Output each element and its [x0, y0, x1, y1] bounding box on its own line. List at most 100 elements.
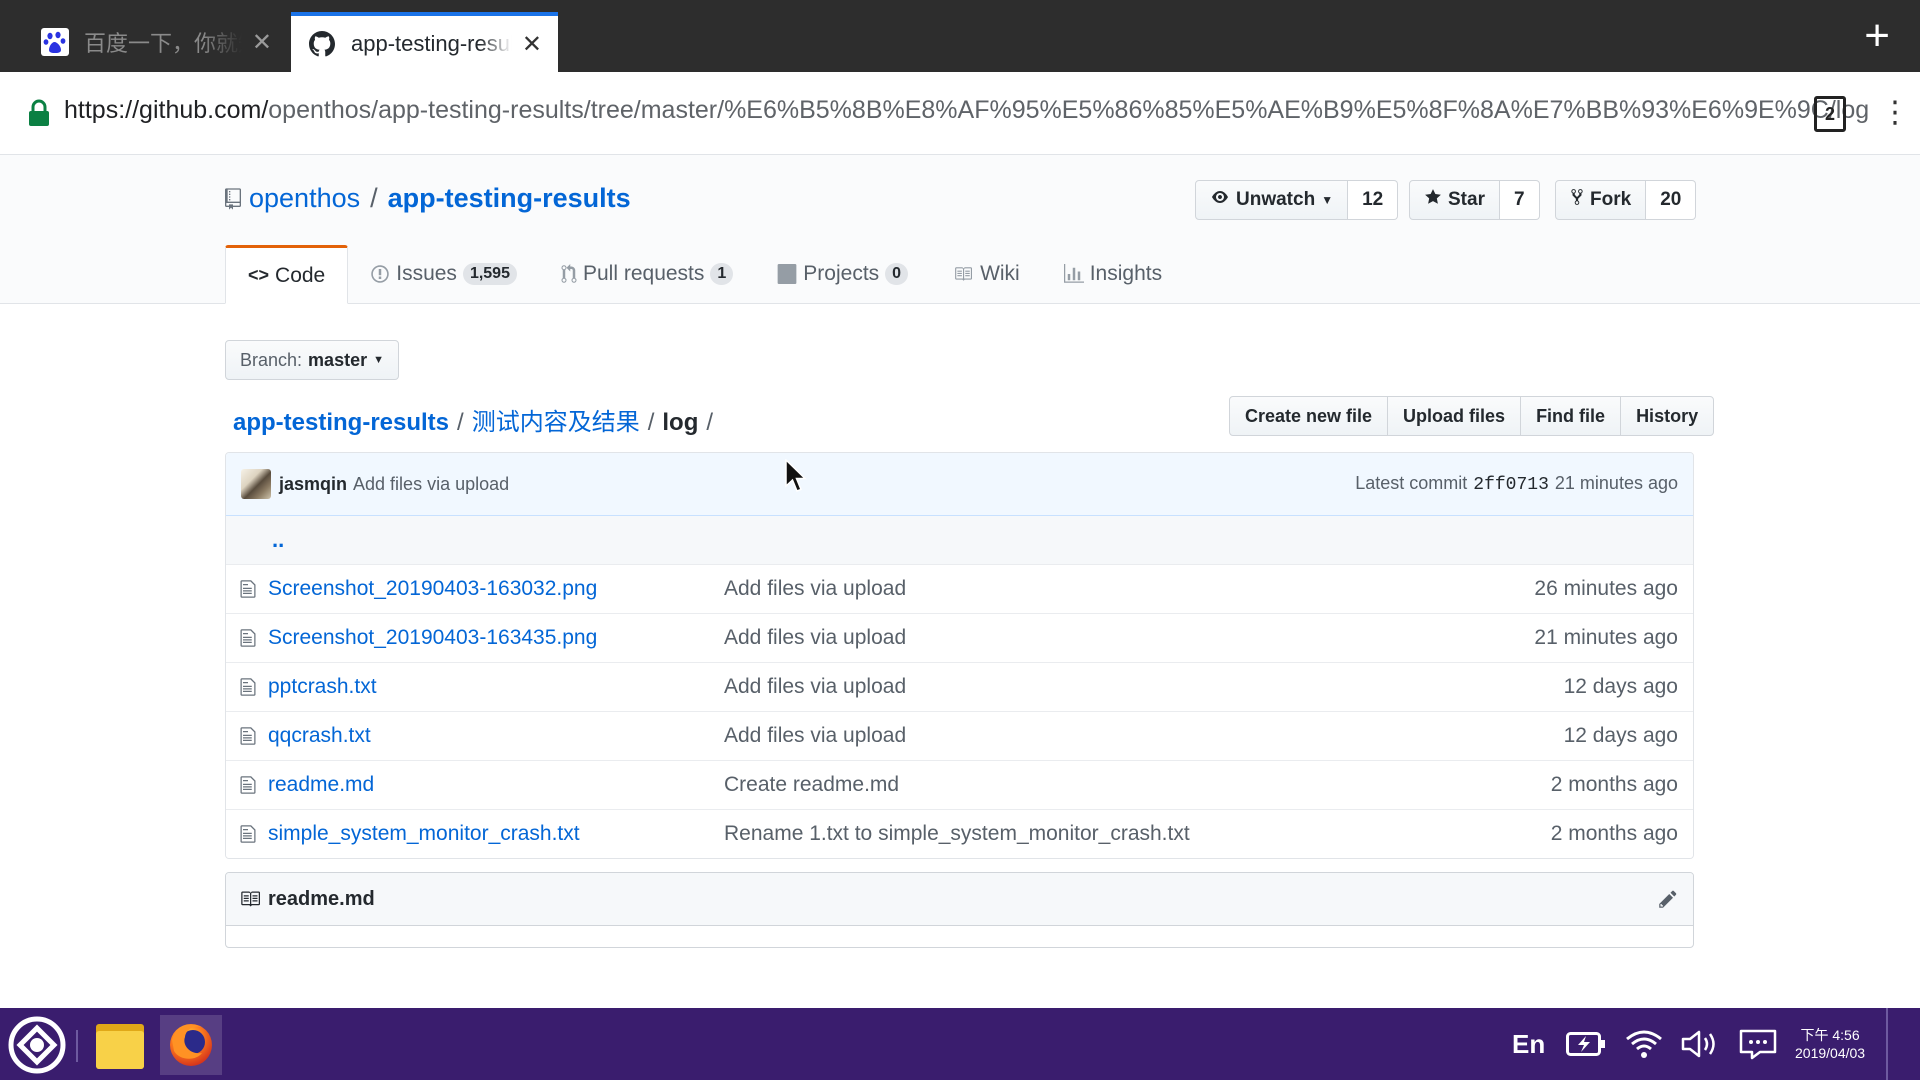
commit-sha-link[interactable]: 2ff0713: [1473, 475, 1549, 495]
file-table: jasmqin Add files via upload Latest comm…: [225, 452, 1694, 859]
commit-latest: Latest commit 2ff0713 21 minutes ago: [1355, 473, 1678, 495]
file-commit-message[interactable]: Create readme.md: [724, 773, 1458, 797]
repo-name-link[interactable]: app-testing-results: [388, 183, 631, 214]
url-field[interactable]: https://github.com/openthos/app-testing-…: [64, 96, 1869, 125]
tab-insights-label: Insights: [1089, 262, 1163, 285]
commit-message-link[interactable]: Add files via upload: [353, 474, 509, 495]
breadcrumb-dir-link[interactable]: 测试内容及结果: [472, 409, 640, 436]
file-commit-message[interactable]: Add files via upload: [724, 675, 1458, 699]
file-name-link[interactable]: readme.md: [268, 773, 724, 797]
create-new-file-button[interactable]: Create new file: [1229, 396, 1389, 436]
pulls-counter: 1: [710, 263, 734, 285]
fork-button[interactable]: Fork: [1555, 180, 1647, 220]
tab-wiki[interactable]: Wiki: [930, 245, 1042, 303]
clock-date: 2019/04/03: [1795, 1045, 1866, 1061]
tab-issues[interactable]: Issues 1,595: [348, 245, 539, 303]
file-age: 12 days ago: [1563, 675, 1678, 698]
readme-title: readme.md: [268, 887, 375, 910]
issue-opened-icon: [370, 264, 390, 284]
parent-directory-row[interactable]: ..: [226, 516, 1693, 565]
tab-insights[interactable]: Insights: [1042, 245, 1184, 303]
file-commit-message[interactable]: Rename 1.txt to simple_system_monitor_cr…: [724, 822, 1458, 846]
upload-files-button[interactable]: Upload files: [1387, 396, 1522, 436]
tab-pull-requests[interactable]: Pull requests 1: [539, 245, 755, 303]
repo-owner-link[interactable]: openthos: [249, 183, 360, 214]
star-label: Star: [1448, 189, 1485, 210]
browser-tab-baidu[interactable]: 百度一下，你就知道 ✕: [24, 12, 288, 72]
latest-commit-bar: jasmqin Add files via upload Latest comm…: [226, 453, 1693, 516]
file-name-link[interactable]: Screenshot_20190403-163032.png: [268, 577, 724, 601]
file-age: 12 days ago: [1563, 724, 1678, 747]
url-host: https://github.com/: [64, 96, 269, 124]
project-icon: [777, 264, 797, 284]
taskbar: En 下午 4:56 2019/04/03: [0, 1008, 1920, 1080]
file-icon: [240, 677, 262, 697]
clock-time: 下午 4:56: [1800, 1027, 1860, 1043]
file-name-link[interactable]: qqcrash.txt: [268, 724, 724, 748]
unwatch-button[interactable]: Unwatch ▼: [1195, 180, 1349, 220]
file-commit-message[interactable]: Add files via upload: [724, 724, 1458, 748]
start-menu-logo-icon[interactable]: [8, 1016, 66, 1079]
breadcrumb-root-link[interactable]: app-testing-results: [233, 409, 449, 436]
table-row: Screenshot_20190403-163435.png Add files…: [226, 614, 1693, 663]
projects-counter: 0: [885, 263, 909, 285]
star-button[interactable]: Star: [1409, 180, 1500, 220]
new-tab-button[interactable]: +: [1864, 14, 1890, 58]
file-name-link[interactable]: simple_system_monitor_crash.txt: [268, 822, 724, 846]
taskbar-clock[interactable]: 下午 4:56 2019/04/03: [1795, 1026, 1865, 1062]
file-age: 26 minutes ago: [1534, 577, 1678, 600]
file-actions: Create new file Upload files Find file H…: [1229, 396, 1715, 436]
tab-issues-label: Issues: [396, 262, 457, 285]
file-commit-message[interactable]: Add files via upload: [724, 577, 1458, 601]
unwatch-label: Unwatch: [1236, 189, 1316, 210]
input-language-indicator[interactable]: En: [1512, 1008, 1545, 1080]
file-icon: [240, 726, 262, 746]
repo-header: openthos / app-testing-results Unwatch ▼…: [0, 155, 1920, 304]
wifi-icon[interactable]: [1624, 1008, 1664, 1080]
file-age: 21 minutes ago: [1534, 626, 1678, 649]
parent-directory-link[interactable]: ..: [272, 527, 284, 553]
branch-selector[interactable]: Branch: master ▼: [225, 340, 399, 380]
volume-icon[interactable]: [1680, 1008, 1720, 1080]
commit-age: 21 minutes ago: [1554, 473, 1678, 493]
readme-panel: readme.md: [225, 872, 1694, 948]
commit-author-link[interactable]: jasmqin: [279, 474, 347, 495]
battery-charging-icon[interactable]: [1566, 1008, 1606, 1080]
show-desktop-button[interactable]: [1886, 1008, 1920, 1080]
secure-lock-icon: [28, 99, 50, 132]
tab-projects[interactable]: Projects 0: [755, 245, 930, 303]
github-octocat-icon: [307, 29, 337, 59]
forks-count[interactable]: 20: [1646, 180, 1697, 220]
avatar[interactable]: [241, 469, 271, 499]
table-row: Screenshot_20190403-163032.png Add files…: [226, 565, 1693, 614]
file-name-link[interactable]: Screenshot_20190403-163435.png: [268, 626, 724, 650]
history-button[interactable]: History: [1620, 396, 1715, 436]
star-icon: [1424, 188, 1442, 212]
fork-icon: [1570, 188, 1584, 212]
browser-tab-github[interactable]: app-testing-results ✕: [291, 12, 558, 72]
branch-value: master: [308, 349, 368, 370]
find-file-button[interactable]: Find file: [1520, 396, 1622, 436]
star-group: Star 7: [1409, 180, 1540, 220]
tab-wiki-label: Wiki: [980, 262, 1020, 285]
browser-menu-icon[interactable]: ⋮: [1880, 96, 1910, 130]
watchers-count[interactable]: 12: [1348, 180, 1399, 220]
file-manager-app-icon[interactable]: [89, 1015, 151, 1075]
table-row: readme.md Create readme.md 2 months ago: [226, 761, 1693, 810]
firefox-app-icon[interactable]: [160, 1015, 222, 1075]
tab-code[interactable]: <> Code: [225, 245, 349, 304]
tab-title: app-testing-results: [351, 31, 512, 56]
tab-close-icon[interactable]: ✕: [522, 30, 542, 59]
notifications-icon[interactable]: [1738, 1008, 1778, 1080]
stargazers-count[interactable]: 7: [1499, 180, 1540, 220]
pencil-icon[interactable]: [1658, 889, 1678, 909]
repo-nav: <> Code Issues 1,595 Pull requests 1 Pro…: [225, 245, 1184, 304]
book-icon: [952, 265, 974, 283]
file-commit-message[interactable]: Add files via upload: [724, 626, 1458, 650]
repo-icon: [225, 187, 241, 210]
tab-close-icon[interactable]: ✕: [252, 28, 272, 57]
tab-projects-label: Projects: [803, 262, 880, 285]
file-name-link[interactable]: pptcrash.txt: [268, 675, 724, 699]
book-icon: [238, 889, 262, 909]
tab-switcher-button[interactable]: 2: [1814, 96, 1846, 132]
